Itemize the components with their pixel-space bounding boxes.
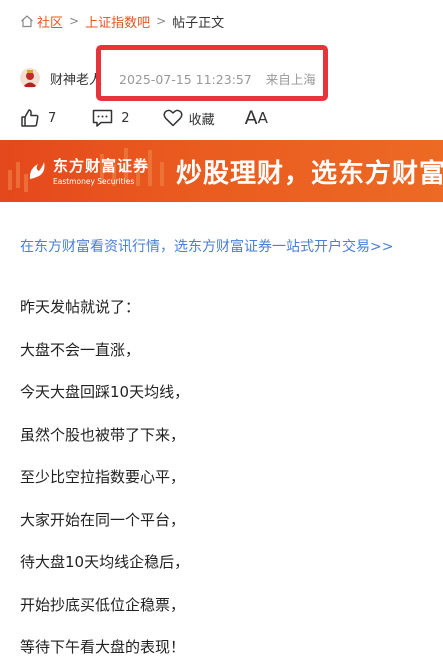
font-size-button[interactable]: AA [245, 107, 268, 129]
font-size-small-label: A [257, 109, 268, 127]
home-icon[interactable] [20, 14, 34, 28]
breadcrumb-community-link[interactable]: 社区 [37, 12, 63, 31]
font-size-large-label: A [244, 107, 258, 129]
avatar-image [20, 68, 40, 88]
breadcrumb-separator: > [156, 14, 167, 28]
content-line: 昨天发帖就说了： [20, 298, 141, 316]
promo-link[interactable]: 在东方财富看资讯行情，选东方财富证券一站式开户交易>> [20, 236, 393, 256]
eastmoney-logo-icon [29, 161, 45, 179]
avatar[interactable] [20, 68, 40, 88]
action-bar: 7 2 收藏 AA [20, 107, 268, 129]
content-line: 大家开始在同一个平台， [20, 510, 186, 529]
comment-button[interactable]: 2 [92, 109, 130, 128]
favorite-button[interactable]: 收藏 [163, 109, 215, 128]
content-line: 至少比空拉指数要心平， [20, 468, 186, 486]
comment-count: 2 [121, 110, 130, 126]
brand-logo: 东方财富证券 Eastmoney Securities [27, 155, 149, 186]
ad-banner[interactable]: 东方财富证券 Eastmoney Securities 炒股理财，选东方财富证券 [0, 140, 443, 202]
content-line: 虽然个股也被带了下来， [20, 425, 186, 444]
comment-icon [93, 109, 113, 127]
post-meta: 2025-07-15 11:23:57 来自上海 [119, 69, 316, 88]
heart-icon [163, 109, 183, 127]
post-timestamp: 2025-07-15 11:23:57 [119, 72, 252, 87]
thumbs-up-icon [21, 109, 39, 127]
breadcrumb-forum-link[interactable]: 上证指数吧 [85, 12, 150, 31]
like-count: 7 [48, 110, 57, 126]
brand-name-en: Eastmoney Securities [53, 177, 135, 186]
favorite-label: 收藏 [188, 112, 215, 128]
content-line: 待大盘10天均线企稳后， [20, 553, 190, 571]
post-content: 昨天发帖就说了： 大盘不会一直涨， 今天大盘回踩10天均线， 虽然个股也被带了下… [20, 297, 189, 670]
content-line: 等待下午看大盘的表现！ [20, 638, 186, 656]
content-line: 今天大盘回踩10天均线， [20, 383, 190, 401]
breadcrumb-current: 帖子正文 [172, 15, 225, 31]
banner-slogan: 炒股理财，选东方财富证券 [176, 159, 443, 189]
breadcrumb: 社区 > 上证指数吧 > 帖子正文 [20, 11, 224, 31]
brand-name: 东方财富证券 [53, 157, 150, 175]
breadcrumb-separator: > [69, 14, 80, 28]
post-location: 来自上海 [265, 72, 316, 87]
content-line: 开始抄底买低位企稳票， [20, 595, 186, 614]
like-button[interactable]: 7 [20, 108, 56, 128]
content-line: 大盘不会一直涨， [20, 340, 141, 359]
